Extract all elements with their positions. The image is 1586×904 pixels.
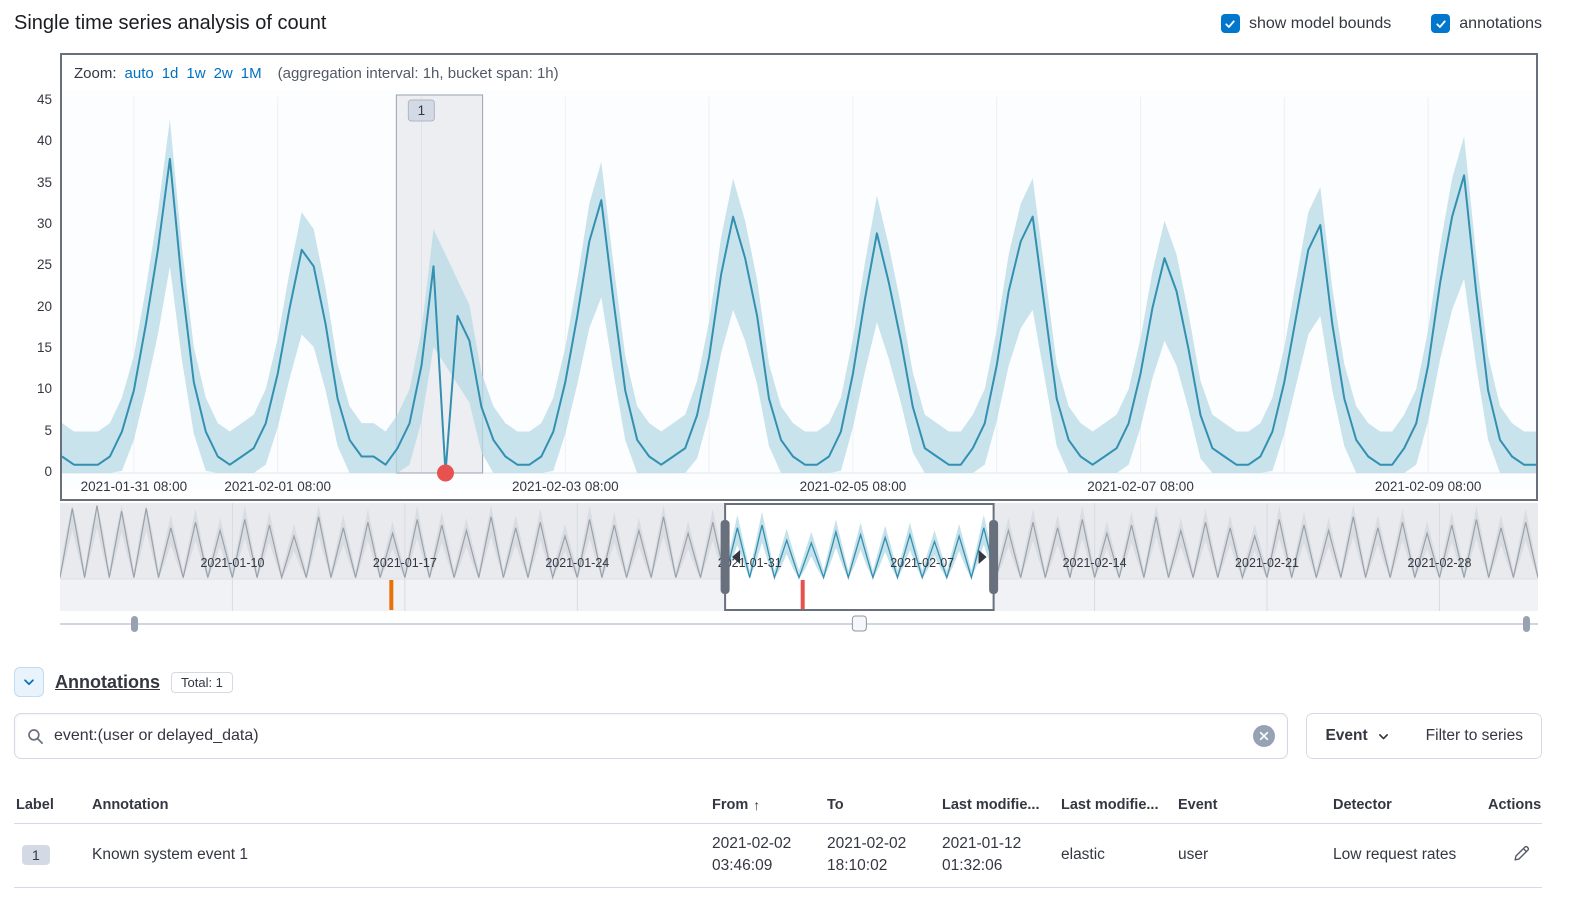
annotations-table-header: Label Annotation From ↑ To Last modifie.…: [14, 789, 1542, 824]
y-axis-label: 25: [37, 257, 52, 272]
annotations-filter-buttons: Event Filter to series: [1306, 713, 1542, 759]
detector-cell: Low request rates: [1331, 846, 1486, 864]
column-header-last-modified-date[interactable]: Last modifie...: [940, 797, 1059, 813]
column-header-label[interactable]: Label: [14, 797, 90, 813]
clear-icon: [1259, 731, 1269, 741]
y-axis-label: 5: [44, 423, 52, 438]
to-cell: 2021-02-02 18:10:02: [825, 833, 940, 878]
annotations-search-input[interactable]: [54, 727, 1253, 745]
y-axis-label: 15: [37, 340, 52, 355]
annotations-search[interactable]: [14, 713, 1288, 759]
column-header-detector[interactable]: Detector: [1331, 797, 1486, 813]
context-chart-wrap: 2021-01-102021-01-172021-01-242021-01-31…: [60, 503, 1538, 637]
context-annotation-mark[interactable]: [389, 580, 393, 610]
annotations-filter-bar: Event Filter to series: [14, 713, 1542, 759]
x-axis-label: 2021-02-09 08:00: [1375, 479, 1482, 494]
zoom-links: auto 1d 1w 2w 1M: [125, 65, 270, 82]
page-title: Single time series analysis of count: [14, 12, 326, 35]
context-axis-label: 2021-01-24: [545, 556, 609, 570]
chevron-down-icon: [1377, 730, 1390, 743]
sort-asc-icon: ↑: [753, 797, 760, 813]
event-cell: user: [1176, 846, 1331, 864]
annotations-checkbox[interactable]: annotations: [1431, 14, 1542, 33]
y-axis-label: 30: [37, 216, 52, 231]
from-cell: 2021-02-02 03:46:09: [710, 833, 825, 878]
focus-chart[interactable]: 1 2021-01-31 08:00 2021-02-01 08:00 2021-02…: [62, 91, 1536, 499]
y-axis-label: 0: [44, 464, 52, 479]
annotation-label-badge: 1: [22, 845, 50, 865]
table-row: 1 Known system event 1 2021-02-02 03:46:…: [14, 824, 1542, 888]
y-axis-label: 10: [37, 381, 52, 396]
page-header: Single time series analysis of count sho…: [14, 12, 1542, 35]
context-axis-label: 2021-02-07: [890, 556, 954, 570]
search-icon: [27, 728, 44, 745]
annotations-heading[interactable]: Annotations: [55, 672, 160, 693]
zoom-aggregation-note: (aggregation interval: 1h, bucket span: …: [278, 65, 559, 82]
annotations-collapse-button[interactable]: [14, 667, 44, 697]
last-modified-date-cell: 2021-01-12 01:32:06: [940, 833, 1059, 878]
column-header-last-modified-by[interactable]: Last modifie...: [1059, 797, 1176, 813]
time-series-chart: 0 5 10 15 20 25 30 35 40 45 Zoom: auto 1d 1w 2w 1M (a…: [14, 53, 1542, 501]
context-annotation-mark[interactable]: [801, 580, 805, 610]
clear-search-button[interactable]: [1253, 725, 1275, 747]
column-header-from[interactable]: From ↑: [710, 797, 825, 813]
selection-handle-right[interactable]: [989, 520, 998, 594]
context-chart[interactable]: 2021-01-102021-01-172021-01-242021-01-31…: [60, 503, 1538, 637]
event-filter-button[interactable]: Event: [1307, 714, 1407, 758]
context-axis-label: 2021-02-21: [1235, 556, 1299, 570]
x-axis-label: 2021-01-31 08:00: [81, 479, 188, 494]
zoom-link-1w[interactable]: 1w: [186, 65, 205, 82]
context-axis-label: 2021-02-28: [1407, 556, 1471, 570]
zoom-bar: Zoom: auto 1d 1w 2w 1M (aggregation interval…: [62, 55, 1536, 91]
x-axis-label: 2021-02-01 08:00: [224, 479, 331, 494]
selection-handle-left[interactable]: [721, 520, 730, 594]
chart-options: show model bounds annotations: [1221, 14, 1542, 33]
column-header-annotation[interactable]: Annotation: [90, 797, 710, 813]
actions-cell: [1486, 843, 1542, 867]
y-axis-label: 35: [37, 175, 52, 190]
zoom-link-auto[interactable]: auto: [125, 65, 154, 82]
zoom-link-1M[interactable]: 1M: [241, 65, 262, 82]
context-axis-label: 2021-02-14: [1063, 556, 1127, 570]
filter-to-series-button[interactable]: Filter to series: [1408, 714, 1541, 758]
annotation-badge-label: 1: [418, 103, 426, 118]
scrollbar-end-right[interactable]: [1523, 616, 1530, 632]
zoom-label: Zoom:: [74, 65, 117, 82]
last-modified-by-cell: elastic: [1059, 846, 1176, 864]
focus-chart-box: Zoom: auto 1d 1w 2w 1M (aggregation interval…: [60, 53, 1538, 501]
context-axis-label: 2021-01-17: [373, 556, 437, 570]
checkbox-checked-icon: [1221, 14, 1240, 33]
zoom-link-2w[interactable]: 2w: [214, 65, 233, 82]
annotations-total-badge: Total: 1: [171, 672, 233, 693]
annotation-cell: Known system event 1: [90, 846, 710, 864]
from-header-label: From: [712, 797, 748, 813]
y-axis-label: 20: [37, 299, 52, 314]
column-header-to[interactable]: To: [825, 797, 940, 813]
edit-annotation-button[interactable]: [1511, 843, 1532, 867]
x-axis-label: 2021-02-05 08:00: [800, 479, 907, 494]
column-header-actions: Actions: [1486, 797, 1542, 813]
x-axis-label: 2021-02-07 08:00: [1087, 479, 1194, 494]
annotations-checkbox-label: annotations: [1459, 15, 1542, 33]
zoom-link-1d[interactable]: 1d: [162, 65, 179, 82]
y-axis: 0 5 10 15 20 25 30 35 40 45: [14, 53, 60, 501]
y-axis-label: 45: [37, 92, 52, 107]
column-header-event[interactable]: Event: [1176, 797, 1331, 813]
context-axis-label: 2021-01-10: [200, 556, 264, 570]
annotations-table: Label Annotation From ↑ To Last modifie.…: [14, 789, 1542, 888]
event-filter-label: Event: [1325, 727, 1367, 745]
anomaly-marker[interactable]: [437, 465, 454, 482]
checkbox-checked-icon: [1431, 14, 1450, 33]
y-axis-label: 40: [37, 133, 52, 148]
show-model-bounds-checkbox[interactable]: show model bounds: [1221, 14, 1391, 33]
x-axis-label: 2021-02-03 08:00: [512, 479, 619, 494]
single-metric-viewer-page: Single time series analysis of count sho…: [0, 0, 1586, 898]
chevron-down-icon: [22, 675, 36, 689]
scrollbar-end-left[interactable]: [131, 616, 138, 632]
annotations-section-header: Annotations Total: 1: [14, 667, 1542, 697]
show-model-bounds-label: show model bounds: [1249, 15, 1391, 33]
pencil-icon: [1513, 845, 1530, 862]
scrollbar-thumb[interactable]: [852, 616, 866, 631]
label-cell: 1: [14, 845, 90, 865]
